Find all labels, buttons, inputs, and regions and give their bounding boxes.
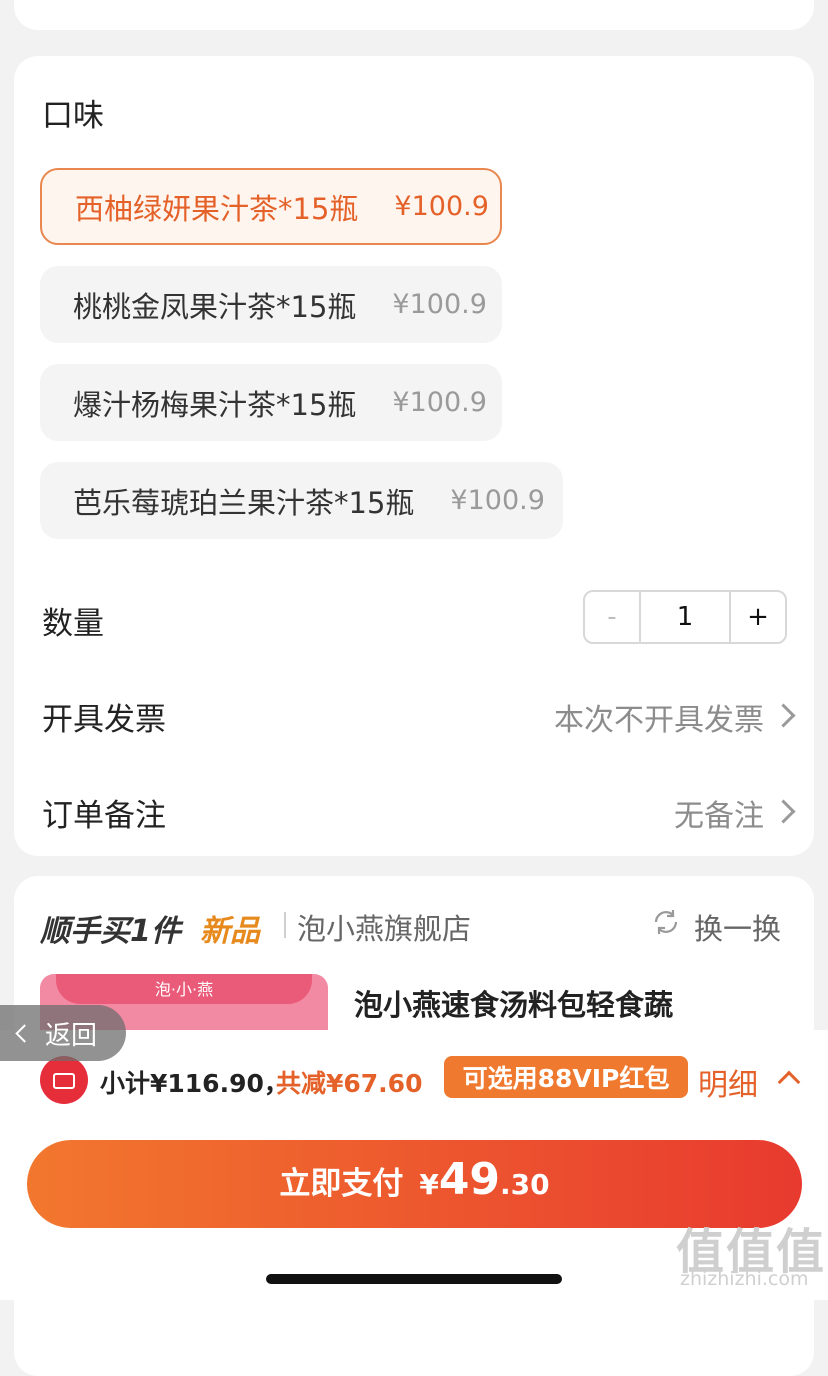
flavor-price: ¥100.9 (392, 289, 487, 320)
back-button[interactable]: 返回 (0, 1005, 126, 1061)
flavor-name: 芭乐莓琥珀兰果汁茶*15瓶 (73, 485, 415, 520)
flavor-name: 西柚绿妍果汁茶*15瓶 (75, 191, 359, 226)
pay-label: 立即支付 (279, 1166, 404, 1202)
invoice-label: 开具发票 (42, 702, 166, 738)
quantity-increase-button[interactable]: + (729, 592, 785, 642)
flavor-price: ¥100.9 (450, 485, 545, 516)
flavor-name: 桃桃金凤果汁茶*15瓶 (73, 289, 357, 324)
remark-label: 订单备注 (42, 798, 166, 834)
chevron-right-icon[interactable] (771, 799, 796, 824)
refresh-button[interactable]: 换一换 (694, 906, 781, 948)
discount-text: 共减¥67.60 (276, 1069, 423, 1098)
flavor-option-3[interactable]: 爆汁杨梅果汁茶*15瓶 ¥100.9 (40, 364, 502, 441)
new-tag: 新品 (200, 914, 260, 949)
flavor-option-4[interactable]: 芭乐莓琥珀兰果汁茶*15瓶 ¥100.9 (40, 462, 563, 539)
flavor-title: 口味 (42, 98, 104, 134)
subtotal-text: 小计¥116.90， (100, 1069, 289, 1098)
pay-amount-integer: 49 (438, 1154, 501, 1205)
coupon-icon (40, 1056, 88, 1104)
recommend-title: 顺手买1件 (40, 914, 181, 949)
divider (284, 912, 286, 938)
remark-value[interactable]: 无备注 (674, 791, 764, 835)
chevron-right-icon[interactable] (771, 703, 796, 728)
flavor-name: 爆汁杨梅果汁茶*15瓶 (73, 387, 357, 422)
quantity-stepper: - 1 + (583, 590, 787, 644)
shop-name[interactable]: 泡小燕旗舰店 (297, 906, 471, 948)
pay-amount-decimal: .30 (500, 1168, 550, 1201)
chevron-up-icon[interactable] (777, 1070, 801, 1094)
back-label: 返回 (45, 1020, 98, 1051)
flavor-price: ¥100.9 (392, 387, 487, 418)
quantity-label: 数量 (42, 606, 104, 642)
flavor-option-2[interactable]: 桃桃金凤果汁茶*15瓶 ¥100.9 (40, 266, 502, 343)
flavor-option-1[interactable]: 西柚绿妍果汁茶*15瓶 ¥100.9 (40, 168, 502, 245)
quantity-value[interactable]: 1 (641, 592, 729, 642)
quantity-decrease-button[interactable]: - (585, 592, 641, 642)
product-band: 泡·小·燕 (56, 974, 312, 1004)
product-name[interactable]: 泡小燕速食汤料包轻食蔬 (354, 982, 673, 1024)
refresh-icon[interactable] (652, 908, 680, 936)
product-logo: 泡·小·燕 (154, 980, 214, 999)
previous-card (14, 0, 814, 30)
order-options-card: 口味 西柚绿妍果汁茶*15瓶 ¥100.9 桃桃金凤果汁茶*15瓶 ¥100.9… (14, 56, 814, 856)
pay-currency: ¥ (419, 1168, 439, 1201)
detail-link[interactable]: 明细 (698, 1060, 758, 1104)
chevron-left-icon (15, 1023, 34, 1043)
home-indicator (266, 1274, 562, 1284)
vip-redpacket-badge[interactable]: 可选用88VIP红包 (444, 1056, 688, 1098)
flavor-price: ¥100.9 (394, 191, 489, 222)
watermark-url: zhizhizhi.com (680, 1268, 809, 1290)
invoice-value[interactable]: 本次不开具发票 (554, 695, 764, 739)
